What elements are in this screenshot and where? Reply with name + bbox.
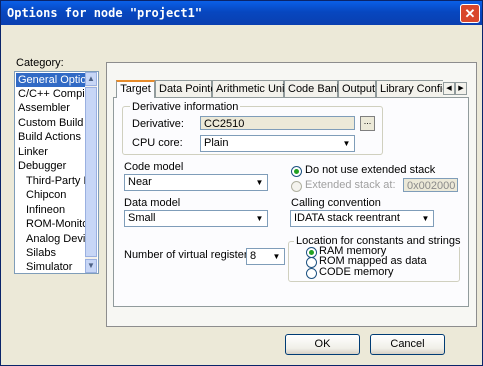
scroll-down-icon[interactable]: ▼ (85, 259, 97, 273)
category-item-general-options[interactable]: General Options (16, 73, 86, 87)
category-item-silabs[interactable]: Silabs (16, 246, 86, 260)
code-model-value: Near (128, 176, 152, 188)
data-model-label: Data model (124, 197, 181, 209)
extended-stack-label: Extended stack at: (305, 179, 396, 191)
cpu-core-label: CPU core: (132, 137, 183, 149)
cpu-core-value: Plain (204, 137, 229, 149)
category-item-chipcon[interactable]: Chipcon (16, 188, 86, 202)
category-item-custom-build[interactable]: Custom Build (16, 116, 86, 130)
derivative-label: Derivative: (132, 118, 184, 130)
code-memory-label: CODE memory (319, 266, 394, 278)
tab-library-configuration[interactable]: Library Configuration (376, 80, 443, 97)
tab-arithmetic-unit[interactable]: Arithmetic Unit (212, 80, 288, 97)
tab-data-pointer[interactable]: Data Pointer (155, 80, 220, 97)
chevron-down-icon[interactable]: ▼ (269, 249, 284, 264)
radio-extended-stack[interactable] (291, 181, 302, 192)
browse-button[interactable]: ... (360, 116, 375, 131)
chevron-down-icon[interactable]: ▼ (418, 211, 433, 226)
category-item-c-cpp-compiler[interactable]: C/C++ Compiler (16, 87, 86, 101)
category-item-linker[interactable]: Linker (16, 145, 86, 159)
derivative-field: CC2510 (200, 116, 355, 130)
derivative-group-label: Derivative information (130, 101, 241, 113)
category-item-build-actions[interactable]: Build Actions (16, 130, 86, 144)
category-scrollbar[interactable]: ▲ ▼ (85, 72, 97, 273)
close-button[interactable]: ✕ (460, 4, 480, 23)
ok-button[interactable]: OK (285, 334, 360, 355)
category-item-third-party-driver[interactable]: Third-Party Driver (16, 174, 86, 188)
category-item-infineon[interactable]: Infineon (16, 203, 86, 217)
category-label: Category: (16, 57, 64, 69)
tab-target[interactable]: Target (116, 80, 155, 98)
cpu-core-select[interactable]: Plain ▼ (200, 135, 355, 152)
ellipsis-icon: ... (363, 116, 372, 126)
window-title: Options for node "project1" (7, 6, 203, 20)
calling-convention-label: Calling convention (291, 197, 381, 209)
category-item-analog-devices[interactable]: Analog Devices (16, 232, 86, 246)
data-model-select[interactable]: Small ▼ (124, 210, 268, 227)
title-bar[interactable]: Options for node "project1" ✕ (1, 1, 482, 25)
chevron-down-icon[interactable]: ▼ (252, 175, 267, 190)
tab-scroll-right-icon[interactable]: ▶ (455, 82, 467, 95)
category-item-rom-monitor[interactable]: ROM-Monitor (16, 217, 86, 231)
scroll-up-icon[interactable]: ▲ (85, 72, 97, 86)
close-icon: ✕ (464, 6, 476, 21)
tab-strip: Target Data Pointer Arithmetic Unit Code… (113, 80, 443, 98)
radio-no-extended-stack[interactable] (291, 166, 302, 177)
calling-convention-select[interactable]: IDATA stack reentrant ▼ (290, 210, 434, 227)
category-item-assembler[interactable]: Assembler (16, 101, 86, 115)
tab-code-bank[interactable]: Code Bank (284, 80, 342, 97)
virtual-registers-value: 8 (250, 250, 257, 262)
data-model-value: Small (128, 212, 156, 224)
category-item-debugger[interactable]: Debugger (16, 159, 86, 173)
radio-code-memory[interactable] (306, 268, 317, 279)
no-extended-stack-label: Do not use extended stack (305, 164, 436, 176)
cancel-button[interactable]: Cancel (370, 334, 445, 355)
radio-rom-mapped-as-data[interactable] (306, 257, 317, 268)
scroll-thumb[interactable] (85, 87, 97, 257)
code-model-label: Code model (124, 161, 184, 173)
code-model-select[interactable]: Near ▼ (124, 174, 268, 191)
extended-stack-field: 0x002000 (403, 178, 458, 192)
chevron-down-icon[interactable]: ▼ (339, 136, 354, 151)
tab-output[interactable]: Output (338, 80, 376, 97)
category-item-simulator[interactable]: Simulator (16, 260, 86, 273)
category-list[interactable]: General Options C/C++ Compiler Assembler… (14, 71, 99, 274)
calling-convention-value: IDATA stack reentrant (294, 212, 400, 224)
virtual-registers-select[interactable]: 8 ▼ (246, 248, 285, 265)
virtual-registers-label: Number of virtual registers: (124, 249, 257, 261)
chevron-down-icon[interactable]: ▼ (252, 211, 267, 226)
tab-scroll-left-icon[interactable]: ◀ (443, 82, 455, 95)
